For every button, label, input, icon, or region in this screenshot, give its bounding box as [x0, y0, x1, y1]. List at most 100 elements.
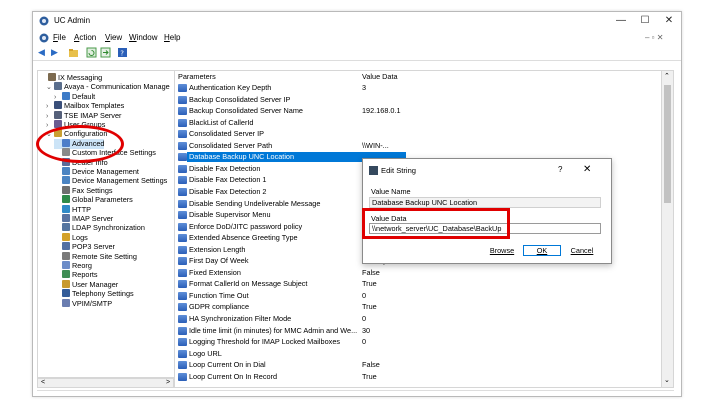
tree-node-icon: [62, 204, 70, 213]
svg-text:?: ?: [120, 50, 124, 58]
back-button[interactable]: ◀: [38, 47, 49, 58]
cancel-button[interactable]: Cancel: [563, 245, 601, 256]
scroll-up-icon[interactable]: ⌃: [664, 72, 670, 80]
parameter-name: Loop Current On In Record: [189, 371, 278, 381]
folder-icon[interactable]: [68, 47, 79, 58]
parameter-name: Loop Current On in Dial: [189, 360, 266, 370]
tree-node-icon: [62, 223, 70, 232]
registry-value-icon: [178, 95, 187, 104]
list-row[interactable]: BlackList of CallerId: [175, 118, 661, 128]
menu-view[interactable]: View: [105, 33, 122, 42]
dialog-help-button[interactable]: ?: [558, 165, 562, 174]
ok-button-label: OK: [536, 246, 548, 255]
tree-node-icon: [54, 82, 62, 91]
menu-file[interactable]: File: [53, 33, 66, 42]
list-row[interactable]: Idle time limit (in minutes) for MMC Adm…: [175, 326, 661, 336]
tree-item[interactable]: VPIM/SMTP: [54, 298, 112, 309]
list-row[interactable]: Fixed Extension False: [175, 268, 661, 278]
list-row[interactable]: Loop Current On in Dial False: [175, 360, 661, 370]
parameter-value: 0: [362, 314, 367, 323]
tree-node-icon: [48, 73, 56, 81]
list-row[interactable]: Logging Threshold for IMAP Locked Mailbo…: [175, 337, 661, 347]
menu-file-rest: ile: [57, 33, 66, 42]
registry-value-icon: [178, 372, 187, 381]
parameter-value: True: [362, 302, 377, 312]
parameter-name: Consolidated Server Path: [189, 140, 273, 150]
menu-window[interactable]: Window: [129, 33, 157, 42]
registry-value-icon: [178, 268, 187, 277]
browse-button[interactable]: Browse: [483, 245, 521, 256]
close-button[interactable]: ✕: [658, 14, 680, 28]
tree-horizontal-scrollbar[interactable]: < >: [37, 378, 174, 388]
registry-value-icon: [178, 176, 187, 185]
maximize-button[interactable]: ☐: [634, 14, 656, 28]
tree-node-icon: [62, 167, 70, 175]
expand-arrow-icon[interactable]: ⌄: [46, 83, 54, 93]
list-row[interactable]: Backup Consolidated Server Name 192.168.0…: [175, 106, 661, 116]
refresh-icon[interactable]: [86, 47, 97, 58]
list-row[interactable]: GDPR compliance True: [175, 302, 661, 312]
parameter-name: HA Synchronization Filter Mode: [189, 314, 292, 323]
tree-item-label: Remote Site Setting: [72, 251, 137, 261]
value-name-label: Value Name: [371, 187, 411, 196]
value-name-field[interactable]: Database Backup UNC Location: [369, 197, 601, 208]
list-row[interactable]: Backup Consolidated Server IP: [175, 95, 661, 105]
tree-item-label: Default: [72, 91, 96, 101]
parameter-name: Extended Absence Greeting Type: [189, 233, 298, 243]
registry-value-icon: [178, 338, 187, 347]
minimize-button[interactable]: —: [610, 14, 632, 28]
tree-node-icon: [54, 101, 62, 110]
tree-node-icon: [62, 91, 70, 100]
status-bar: [37, 390, 674, 397]
list-row[interactable]: Logo URL: [175, 349, 661, 359]
parameter-name: Logging Threshold for IMAP Locked Mailbo…: [189, 337, 341, 347]
forward-button[interactable]: ▶: [51, 47, 62, 58]
registry-value-icon: [178, 130, 187, 139]
parameter-name: Disable Supervisor Menu: [189, 210, 271, 220]
parameter-name: Disable Fax Detection: [189, 163, 261, 173]
parameter-name: Backup Consolidated Server Name: [189, 106, 303, 116]
tree-item-label: POP3 Server: [72, 242, 115, 252]
menu-help[interactable]: Help: [164, 33, 180, 42]
column-header-parameters[interactable]: Parameters: [178, 71, 216, 82]
scroll-right-arrow[interactable]: >: [166, 379, 170, 386]
mdi-window-controls[interactable]: – ▫ ✕: [645, 33, 663, 42]
parameter-value: False: [362, 267, 380, 277]
mmc-console-icon: [39, 33, 49, 43]
list-row[interactable]: Authentication Key Depth 3: [175, 83, 661, 93]
parameter-value: \\WIN-...: [362, 140, 389, 150]
list-row[interactable]: Format CallerId on Message Subject True: [175, 279, 661, 289]
scroll-left-arrow[interactable]: <: [41, 379, 45, 386]
menu-action[interactable]: Action: [74, 33, 96, 42]
tree-item-label: HTTP: [72, 204, 92, 214]
tree-item-label: Global Parameters: [72, 195, 133, 205]
column-header-value-data[interactable]: Value Data: [362, 71, 398, 82]
parameter-value: 192.168.0.1: [362, 106, 401, 116]
parameter-value: 0: [362, 337, 367, 347]
export-icon[interactable]: [100, 47, 111, 58]
tree-node-icon: [62, 242, 70, 251]
parameter-name: Format CallerId on Message Subject: [189, 279, 308, 289]
parameter-name: Enforce DoD/JITC password policy: [189, 221, 303, 231]
browse-button-label: Browse: [489, 246, 515, 255]
list-row[interactable]: Consolidated Server IP: [175, 129, 661, 139]
scroll-thumb[interactable]: [664, 85, 671, 203]
registry-value-icon: [178, 257, 187, 266]
tree-item-label: Device Management: [72, 167, 139, 176]
list-row[interactable]: Loop Current On In Record True: [175, 372, 661, 382]
list-row[interactable]: Consolidated Server Path \\WIN-...: [175, 141, 661, 151]
tree-item-label: IX Messaging: [58, 73, 103, 82]
dialog-close-button[interactable]: ✕: [583, 164, 591, 175]
ok-button[interactable]: OK: [523, 245, 561, 256]
registry-value-icon: [178, 303, 187, 312]
list-row[interactable]: Function Time Out 0: [175, 291, 661, 301]
list-vertical-scrollbar[interactable]: ⌃ ⌄: [662, 70, 674, 388]
scroll-down-icon[interactable]: ⌄: [664, 376, 670, 384]
help-icon[interactable]: ?: [117, 47, 128, 58]
registry-value-icon: [178, 187, 187, 196]
annotation-circle-advanced: [36, 125, 124, 163]
parameter-value: True: [362, 279, 377, 289]
registry-value-icon: [178, 234, 187, 243]
list-row[interactable]: HA Synchronization Filter Mode 0: [175, 314, 661, 324]
parameter-name: BlackList of CallerId: [189, 117, 254, 127]
